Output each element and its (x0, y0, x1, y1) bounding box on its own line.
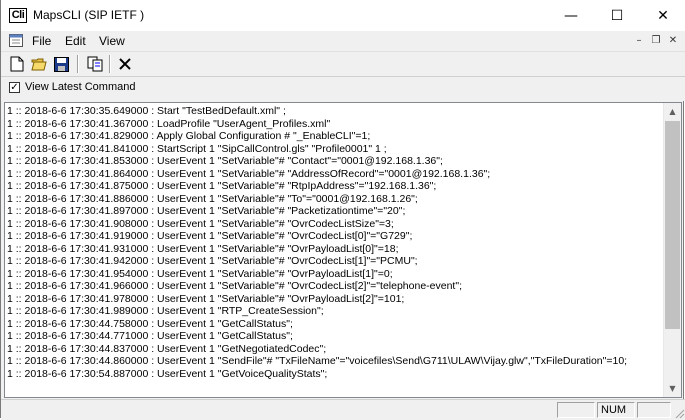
title-bar[interactable]: Cli MapsCLI (SIP IETF ) — ☐ ✕ (1, 0, 685, 31)
log-line: 1 :: 2018-6-6 17:30:35.649000 : Start "T… (7, 105, 286, 117)
resize-grip-icon[interactable] (673, 407, 685, 419)
log-line: 1 :: 2018-6-6 17:30:41.919000 : UserEven… (7, 230, 413, 242)
command-log[interactable]: 1 :: 2018-6-6 17:30:35.649000 : Start "T… (4, 102, 682, 398)
log-line: 1 :: 2018-6-6 17:30:41.978000 : UserEven… (7, 292, 405, 305)
log-line: 1 :: 2018-6-6 17:30:41.367000 : LoadProf… (7, 117, 331, 130)
view-latest-checkbox[interactable]: ✓ (9, 82, 20, 93)
copy-icon[interactable] (85, 54, 105, 74)
mdi-restore-button[interactable]: ❐ (648, 34, 664, 48)
toolbar (1, 52, 685, 77)
cut-icon[interactable] (115, 54, 135, 74)
app-window: Cli MapsCLI (SIP IETF ) — ☐ ✕ File Edit … (0, 0, 685, 420)
scroll-down-arrow[interactable]: ▼ (664, 380, 681, 397)
log-line: 1 :: 2018-6-6 17:30:41.853000 : UserEven… (7, 155, 443, 167)
status-bar: NUM (1, 399, 685, 420)
toolbar-separator (109, 55, 111, 73)
status-panel-empty (557, 402, 595, 418)
scroll-thumb[interactable] (665, 121, 680, 329)
log-line: 1 :: 2018-6-6 17:30:41.875000 : UserEven… (7, 180, 437, 192)
window-title: MapsCLI (SIP IETF ) (33, 8, 145, 22)
log-line: 1 :: 2018-6-6 17:30:41.908000 : UserEven… (7, 217, 394, 230)
log-line: 1 :: 2018-6-6 17:30:41.966000 : UserEven… (7, 280, 462, 292)
log-line: 1 :: 2018-6-6 17:30:41.841000 : StartScr… (7, 142, 387, 155)
vertical-scrollbar[interactable]: ▲ ▼ (663, 103, 681, 397)
num-lock-indicator: NUM (597, 402, 635, 418)
log-line: 1 :: 2018-6-6 17:30:44.758000 : UserEven… (7, 317, 293, 330)
log-line: 1 :: 2018-6-6 17:30:41.942000 : UserEven… (7, 255, 418, 267)
menu-file[interactable]: File (32, 34, 51, 48)
open-folder-icon[interactable] (29, 54, 49, 74)
status-panel-empty (637, 402, 671, 418)
new-file-icon[interactable] (7, 54, 27, 74)
mdi-minimize-button[interactable]: – (631, 34, 647, 48)
mdi-close-button[interactable]: ✕ (665, 34, 681, 48)
log-line: 1 :: 2018-6-6 17:30:41.931000 : UserEven… (7, 242, 399, 255)
maximize-button[interactable]: ☐ (594, 0, 640, 31)
view-latest-row: ✓ View Latest Command (1, 77, 685, 101)
menu-view[interactable]: View (99, 34, 125, 48)
log-lines: 1 :: 2018-6-6 17:30:35.649000 : Start "T… (7, 105, 663, 380)
view-latest-label: View Latest Command (25, 81, 136, 93)
save-icon[interactable] (51, 54, 71, 74)
minimize-button[interactable]: — (548, 0, 594, 31)
log-line: 1 :: 2018-6-6 17:30:41.886000 : UserEven… (7, 192, 418, 205)
log-line: 1 :: 2018-6-6 17:30:44.771000 : UserEven… (7, 330, 293, 342)
log-line: 1 :: 2018-6-6 17:30:41.989000 : UserEven… (7, 305, 324, 317)
close-button[interactable]: ✕ (640, 0, 685, 31)
log-line: 1 :: 2018-6-6 17:30:41.864000 : UserEven… (7, 167, 491, 180)
menu-bar: File Edit View – ❐ ✕ (1, 31, 685, 52)
menu-edit[interactable]: Edit (65, 34, 86, 48)
log-line: 1 :: 2018-6-6 17:30:41.829000 : Apply Gl… (7, 130, 371, 142)
document-icon[interactable] (9, 34, 23, 47)
log-line: 1 :: 2018-6-6 17:30:54.887000 : UserEven… (7, 367, 328, 380)
log-line: 1 :: 2018-6-6 17:30:44.837000 : UserEven… (7, 342, 327, 355)
log-line: 1 :: 2018-6-6 17:30:41.897000 : UserEven… (7, 205, 406, 217)
app-cli-icon[interactable]: Cli (9, 8, 27, 23)
log-line: 1 :: 2018-6-6 17:30:41.954000 : UserEven… (7, 267, 393, 280)
log-line: 1 :: 2018-6-6 17:30:44.860000 : UserEven… (7, 355, 628, 367)
toolbar-separator (77, 55, 79, 73)
scroll-up-arrow[interactable]: ▲ (664, 103, 681, 120)
